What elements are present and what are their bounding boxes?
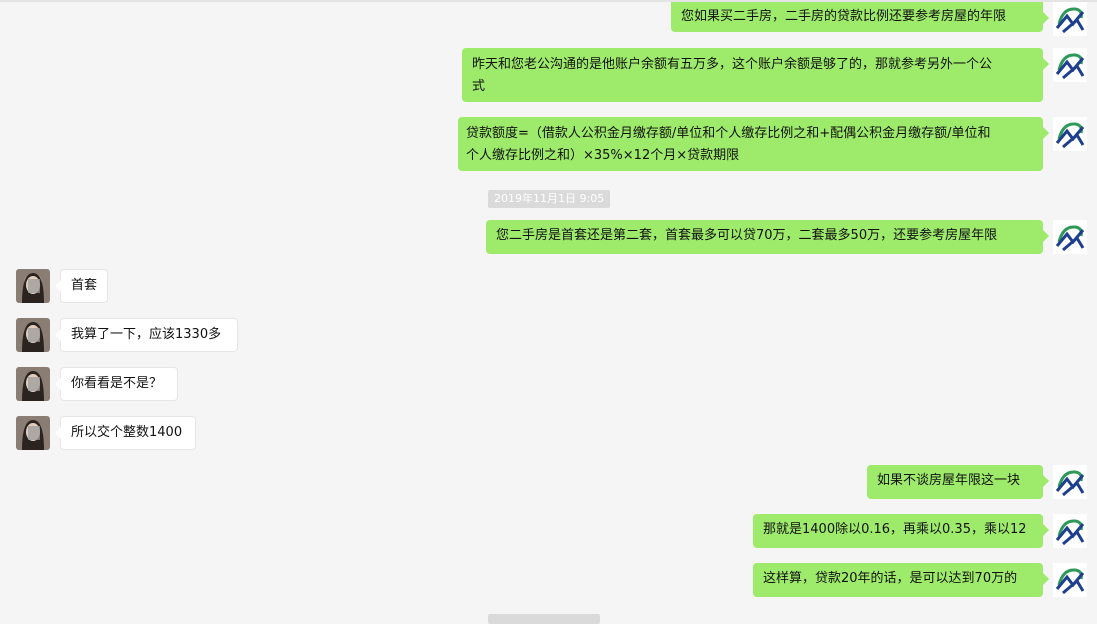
message-text-line: 贷款额度=（借款人公积金月缴存额/单位和个人缴存比例之和+配偶公积金月缴存额/单… [466, 126, 991, 141]
message-text: 那就是1400除以0.16，再乘以0.35，乘以12 [763, 522, 1027, 537]
message-text: 您二手房是首套还是第二套，首套最多可以贷70万，二套最多50万，还要参考房屋年限 [496, 228, 998, 243]
message-bubble-outgoing[interactable]: 贷款额度=（借款人公积金月缴存额/单位和个人缴存比例之和+配偶公积金月缴存额/单… [458, 117, 1049, 171]
logo-avatar-icon[interactable] [1053, 220, 1087, 254]
logo-avatar-icon[interactable] [1053, 465, 1087, 499]
message-row: 这样算，贷款20年的话，是可以达到70万的 [0, 563, 1097, 597]
message-row: 昨天和您老公沟通的是他账户余额有五万多，这个账户余额是够了的，那就参考另外一个公… [0, 48, 1097, 102]
message-bubble-incoming[interactable]: 我算了一下，应该1330多 [55, 318, 238, 352]
message-bubble-incoming[interactable]: 所以交个整数1400 [55, 416, 196, 450]
person-avatar-icon[interactable] [16, 318, 50, 352]
message-bubble-incoming[interactable]: 你看看是不是？ [55, 367, 178, 401]
message-row: 贷款额度=（借款人公积金月缴存额/单位和个人缴存比例之和+配偶公积金月缴存额/单… [0, 117, 1097, 171]
message-bubble-outgoing[interactable]: 这样算，贷款20年的话，是可以达到70万的 [753, 563, 1049, 597]
message-row: 我算了一下，应该1330多 [0, 318, 1097, 352]
person-avatar-icon[interactable] [16, 367, 50, 401]
message-bubble-outgoing[interactable]: 那就是1400除以0.16，再乘以0.35，乘以12 [753, 514, 1049, 548]
message-row: 您二手房是首套还是第二套，首套最多可以贷70万，二套最多50万，还要参考房屋年限 [0, 220, 1097, 254]
message-bubble-outgoing[interactable]: 昨天和您老公沟通的是他账户余额有五万多，这个账户余额是够了的，那就参考另外一个公… [462, 48, 1049, 102]
person-avatar-icon[interactable] [16, 416, 50, 450]
logo-avatar-icon[interactable] [1053, 117, 1087, 151]
message-text: 这样算，贷款20年的话，是可以达到70万的 [763, 571, 1018, 586]
timestamp: 2019年11月1日 9:05 [488, 190, 611, 208]
logo-avatar-icon[interactable] [1053, 514, 1087, 548]
message-bubble-incoming[interactable]: 首套 [55, 269, 108, 303]
logo-avatar-icon[interactable] [1053, 563, 1087, 597]
message-text: 你看看是不是？ [71, 376, 163, 391]
message-text: 您如果买二手房，二手房的贷款比例还要参考房屋的年限 [681, 9, 1007, 24]
message-text: 所以交个整数1400 [71, 425, 183, 440]
message-text-line: 式 [472, 79, 486, 94]
logo-avatar-icon[interactable] [1053, 48, 1087, 82]
message-bubble-outgoing[interactable]: 您二手房是首套还是第二套，首套最多可以贷70万，二套最多50万，还要参考房屋年限 [486, 220, 1049, 254]
message-row: 你看看是不是？ [0, 367, 1097, 401]
message-row: 首套 [0, 269, 1097, 303]
message-text: 如果不谈房屋年限这一块 [877, 473, 1021, 488]
message-bubble-outgoing[interactable]: 如果不谈房屋年限这一块 [867, 465, 1049, 499]
person-avatar-icon[interactable] [16, 269, 50, 303]
message-row: 如果不谈房屋年限这一块 [0, 465, 1097, 499]
message-text-line: 个人缴存比例之和）×35%×12个月×贷款期限 [466, 148, 740, 163]
message-row: 您如果买二手房，二手房的贷款比例还要参考房屋的年限 [0, 2, 1097, 36]
message-text: 我算了一下，应该1330多 [71, 327, 222, 342]
timestamp-partial [488, 614, 600, 624]
message-row: 那就是1400除以0.16，再乘以0.35，乘以12 [0, 514, 1097, 548]
logo-avatar-icon[interactable] [1053, 2, 1087, 36]
message-bubble-outgoing[interactable]: 您如果买二手房，二手房的贷款比例还要参考房屋的年限 [671, 2, 1049, 32]
message-text-line: 昨天和您老公沟通的是他账户余额有五万多，这个账户余额是够了的，那就参考另外一个公 [472, 57, 993, 72]
message-text: 首套 [71, 278, 98, 293]
message-row: 所以交个整数1400 [0, 416, 1097, 450]
